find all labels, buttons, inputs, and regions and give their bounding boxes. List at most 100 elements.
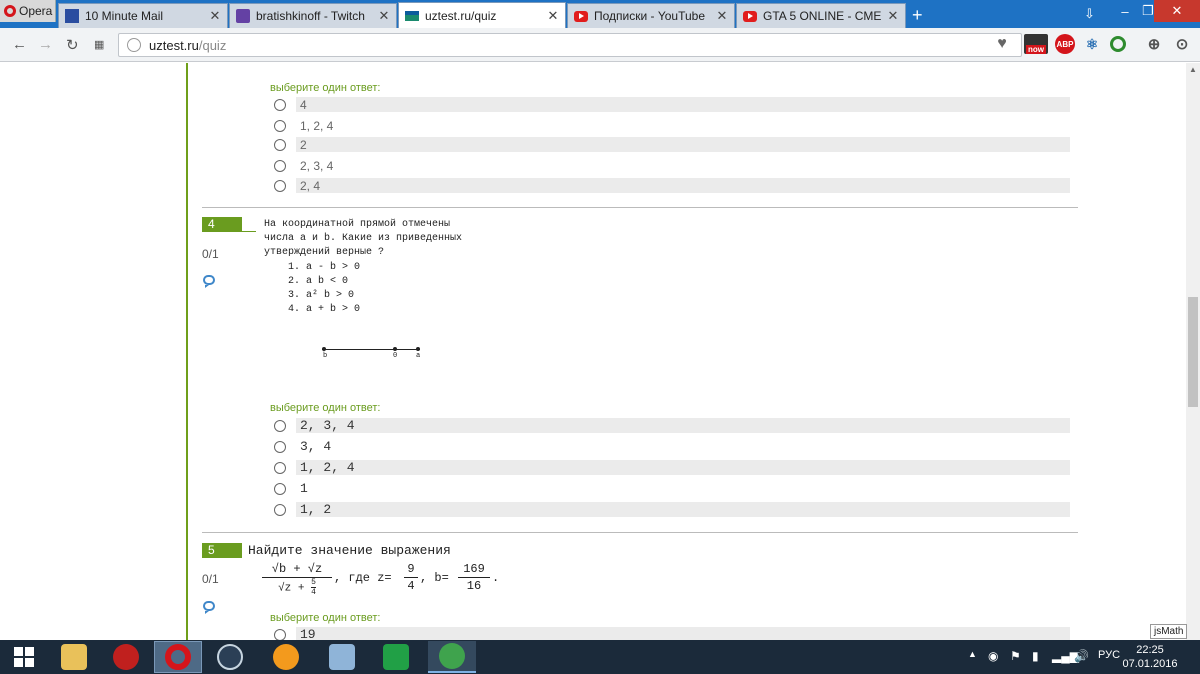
radio-button[interactable] <box>274 461 286 474</box>
taskbar-globe-app[interactable] <box>428 641 476 673</box>
clock-date: 07.01.2016 <box>1122 658 1178 670</box>
q5-option[interactable]: 19 <box>274 627 1070 640</box>
tab-menu-icon[interactable]: ⇩ <box>1084 6 1095 22</box>
close-tab-icon[interactable]: ✕ <box>547 8 559 24</box>
taskbar-app-red[interactable] <box>102 641 150 673</box>
speed-dial-grid-icon[interactable]: ▦ <box>94 38 104 51</box>
question-score: 0/1 <box>202 572 219 586</box>
number-line-point <box>322 347 326 351</box>
red-gear-app-icon <box>113 644 139 670</box>
abp-label: ABP <box>1056 39 1074 49</box>
main-fraction: √b + √z √z + 54 <box>262 561 332 597</box>
q3-option[interactable]: 1, 2, 4 <box>274 118 1070 133</box>
tab-youtube-subscriptions[interactable]: Подписки - YouTube ✕ <box>567 3 735 28</box>
extension-network-icon[interactable]: ⚛ <box>1082 34 1102 54</box>
radio-button[interactable] <box>274 138 286 151</box>
opera-menu-button[interactable]: Opera <box>0 0 56 22</box>
url-path: /quiz <box>198 37 227 53</box>
scroll-up-arrow-icon[interactable]: ▲ <box>1189 65 1197 74</box>
paint-palette-icon <box>329 644 355 670</box>
close-tab-icon[interactable]: ✕ <box>378 8 390 24</box>
comment-bubble-icon[interactable] <box>203 601 215 614</box>
tray-expand-icon[interactable]: ▲ <box>968 649 977 659</box>
comment-bubble-icon[interactable] <box>203 275 215 288</box>
tab-gta-video[interactable]: GTA 5 ONLINE - СМЕШНЫ ✕ <box>736 3 906 28</box>
reload-icon[interactable]: ↻ <box>66 36 79 54</box>
taskbar-store[interactable] <box>372 641 420 673</box>
mail-favicon-icon <box>65 9 79 23</box>
language-indicator[interactable]: РУС <box>1098 649 1120 661</box>
number-line-figure: b 0 a <box>322 347 420 360</box>
q4-option[interactable]: 1 <box>274 481 1070 496</box>
radio-button[interactable] <box>274 628 286 640</box>
taskbar-file-explorer[interactable] <box>50 641 98 673</box>
option-text: 2 <box>300 137 307 152</box>
steam-tray-icon[interactable]: ◉ <box>988 649 998 663</box>
q4-option[interactable]: 3, 4 <box>274 439 1070 454</box>
q3-option[interactable]: 4 <box>274 97 1070 112</box>
q4-option[interactable]: 1, 2, 4 <box>274 460 1070 475</box>
taskbar-paint[interactable] <box>318 641 366 673</box>
new-tab-plus-icon[interactable]: + <box>912 5 923 26</box>
volume-tray-icon[interactable]: 🔊 <box>1074 649 1089 663</box>
system-clock[interactable]: 22:25 07.01.2016 <box>1120 643 1180 671</box>
answer-prompt: выберите один ответ: <box>270 402 381 414</box>
tab-10-minute-mail[interactable]: 10 Minute Mail ✕ <box>58 3 228 28</box>
site-info-icon[interactable] <box>127 38 141 52</box>
option-text: 4 <box>300 97 307 112</box>
answer-prompt: выберите один ответ: <box>270 82 381 94</box>
number-line-label-b: b <box>323 352 328 360</box>
option-text: 2, 4 <box>300 178 321 193</box>
store-bag-icon <box>383 644 409 670</box>
youtube-favicon-icon <box>743 10 757 22</box>
close-tab-icon[interactable]: ✕ <box>209 8 221 24</box>
taskbar-steam[interactable] <box>206 641 254 673</box>
answer-prompt: выберите один ответ: <box>270 612 381 624</box>
q4-option[interactable]: 2, 3, 4 <box>274 418 1070 433</box>
close-tab-icon[interactable]: ✕ <box>887 8 899 24</box>
close-window-icon[interactable]: ✕ <box>1154 0 1200 22</box>
close-tab-icon[interactable]: ✕ <box>716 8 728 24</box>
radio-button[interactable] <box>274 482 286 495</box>
radio-button[interactable] <box>274 119 286 132</box>
radio-button[interactable] <box>274 440 286 453</box>
q3-option[interactable]: 2, 3, 4 <box>274 158 1070 173</box>
radio-button[interactable] <box>274 179 286 192</box>
taskbar-orange-app[interactable] <box>262 641 310 673</box>
start-button[interactable] <box>0 641 48 673</box>
download-icon[interactable]: ⊕ <box>1144 34 1164 54</box>
jsmath-button[interactable]: jsMath <box>1150 624 1188 639</box>
forward-arrow-icon[interactable]: → <box>38 36 53 53</box>
statement-item: 2. a b < 0 <box>288 276 349 287</box>
page-scrollbar[interactable]: ▲ <box>1186 63 1200 640</box>
q3-option[interactable]: 2, 4 <box>274 178 1070 193</box>
scroll-thumb[interactable] <box>1188 297 1198 407</box>
taskbar-opera[interactable] <box>154 641 202 673</box>
battery-tray-icon[interactable]: ▮ <box>1032 649 1039 663</box>
z-numerator: 9 <box>407 562 415 576</box>
tab-label: GTA 5 ONLINE - СМЕШНЫ <box>763 9 881 23</box>
radio-button[interactable] <box>274 98 286 111</box>
opera-menu-icon[interactable]: ⊙ <box>1172 34 1192 54</box>
question-separator <box>202 532 1078 533</box>
extension-green-ring-icon[interactable] <box>1110 36 1126 52</box>
radio-button[interactable] <box>274 503 286 516</box>
windows-logo-icon <box>14 647 34 667</box>
back-arrow-icon[interactable]: ← <box>12 36 27 53</box>
adblock-plus-icon[interactable]: ABP <box>1055 34 1075 54</box>
q3-option[interactable]: 2 <box>274 137 1070 152</box>
extension-now-icon[interactable]: now <box>1024 34 1048 54</box>
opera-logo-icon <box>4 5 16 17</box>
address-bar[interactable]: uztest.ru/quiz <box>118 33 1022 57</box>
radio-button[interactable] <box>274 159 286 172</box>
tab-twitch[interactable]: bratishkinoff - Twitch ✕ <box>229 3 397 28</box>
uztest-favicon-icon <box>405 10 419 21</box>
tab-uztest-quiz[interactable]: uztest.ru/quiz ✕ <box>398 2 566 28</box>
radio-button[interactable] <box>274 419 286 432</box>
flag-tray-icon[interactable]: ⚑ <box>1010 649 1021 663</box>
bookmark-heart-icon[interactable]: ♥ <box>992 34 1012 54</box>
restore-icon[interactable]: ❐ <box>1142 0 1154 22</box>
question-text-line: числа a и b. Какие из приведенных <box>264 233 463 244</box>
minimize-icon[interactable]: – <box>1108 0 1142 22</box>
q4-option[interactable]: 1, 2 <box>274 502 1070 517</box>
